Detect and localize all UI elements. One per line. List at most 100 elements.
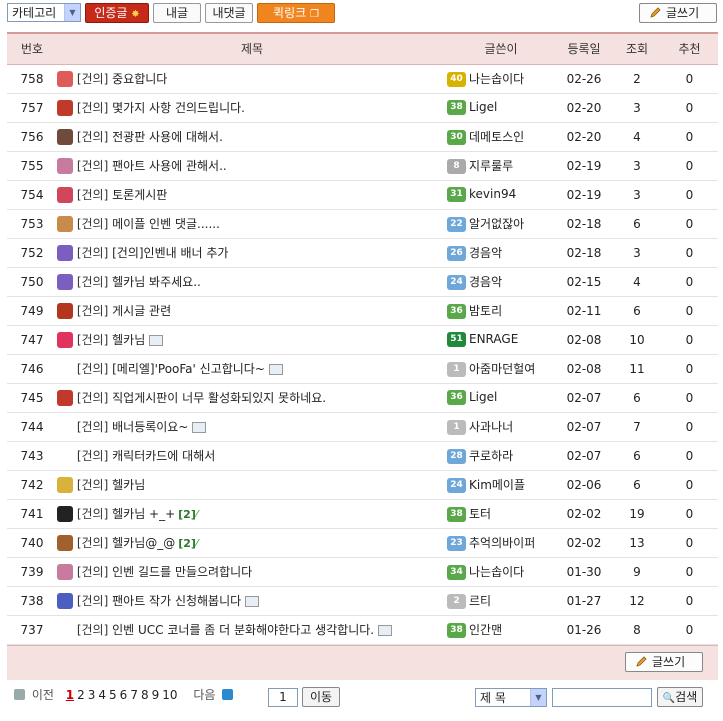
author-name[interactable]: 인간맨 bbox=[469, 623, 502, 637]
post-title[interactable]: 직업게시판이 너무 활성화되있지 못하네요. bbox=[112, 391, 326, 405]
author-name[interactable]: 나는솝이다 bbox=[469, 72, 524, 86]
comment-count[interactable]: [2] bbox=[178, 508, 196, 521]
author-cell[interactable]: 1 사과나너 bbox=[447, 412, 555, 441]
comment-count[interactable]: [2] bbox=[178, 537, 196, 550]
table-row[interactable]: 741 [건의] 헬카님 +_+ [2]⁄ 38 토터 02-02 19 0 bbox=[7, 499, 718, 528]
table-row[interactable]: 746 [건의] [메리엘]'PooFa' 신고합니다~ 1 아줌마던헐여 02-08… bbox=[7, 354, 718, 383]
post-title-cell[interactable]: [건의] 직업게시판이 너무 활성화되있지 못하네요. bbox=[57, 383, 447, 412]
post-title-cell[interactable]: [건의] 메이플 인벤 댓글...... bbox=[57, 209, 447, 238]
page-link-9[interactable]: 9 bbox=[152, 688, 160, 702]
post-title-cell[interactable]: [건의] 헬카님 +_+ [2]⁄ bbox=[57, 499, 447, 528]
author-cell[interactable]: 26 경음악 bbox=[447, 238, 555, 267]
write-button[interactable]: 글쓰기 bbox=[639, 3, 717, 23]
category-select[interactable]: 카테고리 ▼ bbox=[7, 3, 81, 22]
author-name[interactable]: ENRAGE bbox=[469, 332, 518, 346]
post-title-cell[interactable]: [건의] 중요합니다 bbox=[57, 64, 447, 93]
write-button-bottom[interactable]: 글쓰기 bbox=[625, 652, 703, 672]
post-title-cell[interactable]: [건의] 헬카님 봐주세요.. bbox=[57, 267, 447, 296]
post-title-cell[interactable]: [건의] [메리엘]'PooFa' 신고합니다~ bbox=[57, 354, 447, 383]
author-name[interactable]: 지루룰루 bbox=[469, 159, 513, 173]
table-row[interactable]: 747 [건의] 헬카님 51 ENRAGE 02-08 10 0 bbox=[7, 325, 718, 354]
post-title[interactable]: 팬아트 사용에 관해서.. bbox=[112, 159, 227, 173]
author-cell[interactable]: 40 나는솝이다 bbox=[447, 64, 555, 93]
table-row[interactable]: 756 [건의] 전광판 사용에 대해서. 30 데메토스인 02-20 4 0 bbox=[7, 122, 718, 151]
my-comments-button[interactable]: 내댓글 bbox=[205, 3, 253, 23]
post-title-cell[interactable]: [건의] 인벤 길드를 만들으려합니다 bbox=[57, 557, 447, 586]
author-cell[interactable]: 23 추억의바이퍼 bbox=[447, 528, 555, 557]
table-row[interactable]: 744 [건의] 배너등록이요~ 1 사과나너 02-07 7 0 bbox=[7, 412, 718, 441]
post-title-cell[interactable]: [건의] 게시글 관련 bbox=[57, 296, 447, 325]
certified-posts-button[interactable]: 인증글 ✸ bbox=[85, 3, 149, 23]
prev-page-link[interactable]: 이전 bbox=[32, 686, 54, 703]
author-cell[interactable]: 24 경음악 bbox=[447, 267, 555, 296]
post-title-cell[interactable]: [건의] 헬카님 bbox=[57, 470, 447, 499]
post-title[interactable]: 헬카님 bbox=[112, 333, 145, 347]
author-cell[interactable]: 38 인간맨 bbox=[447, 615, 555, 644]
author-name[interactable]: 경음악 bbox=[469, 275, 502, 289]
post-title[interactable]: 헬카님 bbox=[112, 478, 145, 492]
table-row[interactable]: 737 [건의] 인벤 UCC 코너를 좀 더 분화해야한다고 생각합니다. 38… bbox=[7, 615, 718, 644]
author-name[interactable]: 경음악 bbox=[469, 246, 502, 260]
page-link-7[interactable]: 7 bbox=[130, 688, 138, 702]
prev-arrow-icon[interactable] bbox=[14, 689, 25, 700]
page-link-10[interactable]: 10 bbox=[162, 688, 177, 702]
author-name[interactable]: Ligel bbox=[469, 100, 497, 114]
post-title-cell[interactable]: [건의] 캐릭터카드에 대해서 bbox=[57, 441, 447, 470]
table-row[interactable]: 755 [건의] 팬아트 사용에 관해서.. 8 지루룰루 02-19 3 0 bbox=[7, 151, 718, 180]
post-title-cell[interactable]: [건의] 헬카님@_@ [2]⁄ bbox=[57, 528, 447, 557]
post-title[interactable]: 중요합니다 bbox=[112, 72, 167, 86]
post-title[interactable]: 몇가지 사항 건의드립니다. bbox=[112, 101, 245, 115]
next-arrow-icon[interactable] bbox=[222, 689, 234, 700]
post-title[interactable]: 메이플 인벤 댓글...... bbox=[112, 217, 220, 231]
author-cell[interactable]: 31 kevin94 bbox=[447, 180, 555, 209]
table-row[interactable]: 757 [건의] 몇가지 사항 건의드립니다. 38 Ligel 02-20 3 0 bbox=[7, 93, 718, 122]
page-link-4[interactable]: 4 bbox=[98, 688, 106, 702]
table-row[interactable]: 740 [건의] 헬카님@_@ [2]⁄ 23 추억의바이퍼 02-02 13 0 bbox=[7, 528, 718, 557]
table-row[interactable]: 754 [건의] 토론게시판 31 kevin94 02-19 3 0 bbox=[7, 180, 718, 209]
author-name[interactable]: 밤토리 bbox=[469, 304, 502, 318]
author-name[interactable]: Ligel bbox=[469, 390, 497, 404]
page-link-5[interactable]: 5 bbox=[109, 688, 117, 702]
author-cell[interactable]: 22 알거없잖아 bbox=[447, 209, 555, 238]
search-input[interactable] bbox=[552, 688, 652, 707]
post-title[interactable]: 배너등록이요~ bbox=[112, 420, 188, 434]
post-title[interactable]: 인벤 길드를 만들으려합니다 bbox=[112, 565, 252, 579]
post-title-cell[interactable]: [건의] 배너등록이요~ bbox=[57, 412, 447, 441]
go-button[interactable]: 이동 bbox=[302, 687, 340, 707]
next-page-link[interactable]: 다음 bbox=[193, 686, 215, 703]
author-cell[interactable]: 38 토터 bbox=[447, 499, 555, 528]
post-title[interactable]: 팬아트 작가 신청해봅니다 bbox=[112, 594, 241, 608]
author-cell[interactable]: 1 아줌마던헐여 bbox=[447, 354, 555, 383]
table-row[interactable]: 749 [건의] 게시글 관련 36 밤토리 02-11 6 0 bbox=[7, 296, 718, 325]
post-title[interactable]: 인벤 UCC 코너를 좀 더 분화해야한다고 생각합니다. bbox=[112, 623, 374, 637]
author-name[interactable]: 사과나너 bbox=[469, 420, 513, 434]
post-title-cell[interactable]: [건의] 헬카님 bbox=[57, 325, 447, 354]
post-title-cell[interactable]: [건의] 전광판 사용에 대해서. bbox=[57, 122, 447, 151]
page-input[interactable]: 1 bbox=[268, 688, 298, 707]
table-row[interactable]: 739 [건의] 인벤 길드를 만들으려합니다 34 나는솝이다 01-30 9 0 bbox=[7, 557, 718, 586]
author-name[interactable]: 추억의바이퍼 bbox=[469, 536, 535, 550]
post-title[interactable]: 전광판 사용에 대해서. bbox=[112, 130, 223, 144]
table-row[interactable]: 753 [건의] 메이플 인벤 댓글...... 22 알거없잖아 02-18 6 0 bbox=[7, 209, 718, 238]
author-name[interactable]: 데메토스인 bbox=[469, 130, 524, 144]
author-cell[interactable]: 38 Ligel bbox=[447, 93, 555, 122]
author-cell[interactable]: 36 밤토리 bbox=[447, 296, 555, 325]
table-row[interactable]: 743 [건의] 캐릭터카드에 대해서 28 쿠로하라 02-07 6 0 bbox=[7, 441, 718, 470]
author-name[interactable]: 르티 bbox=[469, 594, 491, 608]
author-cell[interactable]: 36 Ligel bbox=[447, 383, 555, 412]
author-cell[interactable]: 30 데메토스인 bbox=[447, 122, 555, 151]
author-cell[interactable]: 2 르티 bbox=[447, 586, 555, 615]
post-title-cell[interactable]: [건의] 인벤 UCC 코너를 좀 더 분화해야한다고 생각합니다. bbox=[57, 615, 447, 644]
table-row[interactable]: 745 [건의] 직업게시판이 너무 활성화되있지 못하네요. 36 Ligel 02… bbox=[7, 383, 718, 412]
table-row[interactable]: 742 [건의] 헬카님 24 Kim메이플 02-06 6 0 bbox=[7, 470, 718, 499]
post-title-cell[interactable]: [건의] 팬아트 사용에 관해서.. bbox=[57, 151, 447, 180]
post-title-cell[interactable]: [건의] 토론게시판 bbox=[57, 180, 447, 209]
author-name[interactable]: 아줌마던헐여 bbox=[469, 362, 535, 376]
post-title[interactable]: 헬카님 +_+ bbox=[112, 507, 175, 521]
author-cell[interactable]: 51 ENRAGE bbox=[447, 325, 555, 354]
post-title[interactable]: 헬카님 봐주세요.. bbox=[112, 275, 201, 289]
post-title[interactable]: 토론게시판 bbox=[112, 188, 167, 202]
author-name[interactable]: 쿠로하라 bbox=[469, 449, 513, 463]
author-name[interactable]: kevin94 bbox=[469, 187, 516, 201]
page-link-8[interactable]: 8 bbox=[141, 688, 149, 702]
